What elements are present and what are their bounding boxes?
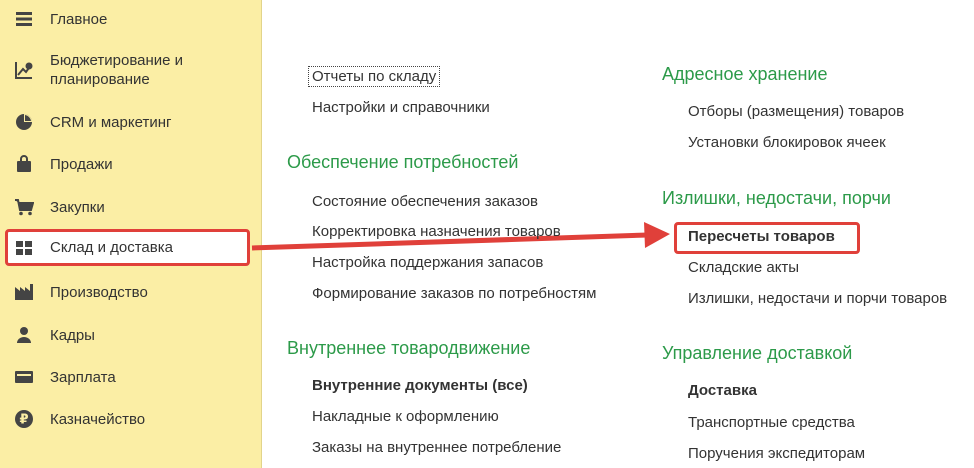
- highlight-frame: [674, 222, 860, 254]
- section-title-internal-movement: Внутреннее товародвижение: [287, 338, 531, 358]
- link-settings-references[interactable]: Настройки и справочники: [312, 99, 490, 116]
- section-title-needs: Обеспечение потребностей: [287, 152, 519, 172]
- link-picking-placement[interactable]: Отборы (размещения) товаров: [688, 103, 904, 120]
- link-stock-maintenance-settings[interactable]: Настройка поддержания запасов: [312, 254, 543, 271]
- link-goods-assignment-correction[interactable]: Корректировка назначения товаров: [312, 223, 561, 240]
- section-title-address-storage: Адресное хранение: [662, 64, 828, 84]
- link-warehouse-reports[interactable]: Отчеты по складу: [308, 66, 441, 87]
- section-title-delivery-management: Управление доставкой: [662, 343, 853, 363]
- link-needs-based-orders[interactable]: Формирование заказов по потребностям: [312, 285, 596, 302]
- link-vehicles[interactable]: Транспортные средства: [688, 414, 855, 431]
- section-title-surplus-shortage: Излишки, недостачи, порчи: [662, 188, 891, 208]
- link-order-supply-status[interactable]: Состояние обеспечения заказов: [312, 193, 538, 210]
- link-surplus-shortage-damage[interactable]: Излишки, недостачи и порчи товаров: [688, 290, 947, 307]
- link-delivery[interactable]: Доставка: [688, 382, 757, 399]
- link-internal-documents[interactable]: Внутренние документы (все): [312, 377, 528, 394]
- link-forwarder-assignments[interactable]: Поручения экспедиторам: [688, 445, 865, 462]
- link-cell-blocking[interactable]: Установки блокировок ячеек: [688, 134, 886, 151]
- link-internal-consumption-orders[interactable]: Заказы на внутреннее потребление: [312, 439, 561, 456]
- link-warehouse-acts[interactable]: Складские акты: [688, 259, 799, 276]
- link-waybills-to-process[interactable]: Накладные к оформлению: [312, 408, 499, 425]
